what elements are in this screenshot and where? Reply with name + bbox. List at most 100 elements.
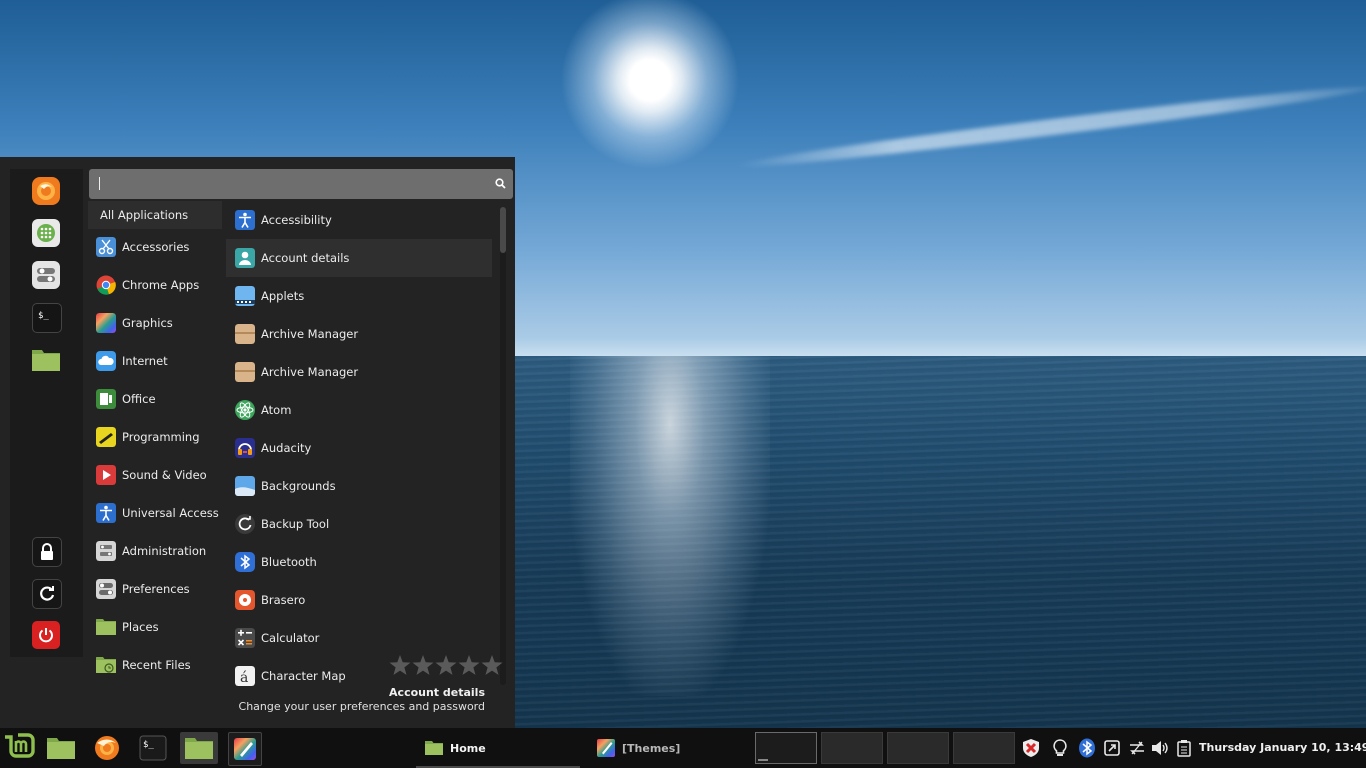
- audacity-icon: [235, 438, 255, 458]
- category-chrome-apps[interactable]: Chrome Apps: [88, 270, 222, 300]
- category-administration[interactable]: Administration: [88, 536, 222, 566]
- logout-icon: [40, 586, 55, 601]
- office-icon: [96, 389, 116, 409]
- workspace-1[interactable]: [755, 732, 817, 764]
- app-item-atom[interactable]: Atom: [226, 391, 492, 429]
- app-item-audacity[interactable]: Audacity: [226, 429, 492, 467]
- folder-icon: [185, 738, 213, 759]
- workspace-3[interactable]: [887, 732, 949, 764]
- rating-star: [458, 655, 480, 675]
- category-accessories[interactable]: Accessories: [88, 232, 222, 262]
- app-label: Bluetooth: [261, 555, 317, 569]
- app-item-backgrounds[interactable]: Backgrounds: [226, 467, 492, 505]
- category-label: Graphics: [122, 316, 173, 330]
- scrollbar-thumb[interactable]: [500, 207, 506, 253]
- redshift-tray[interactable]: [1050, 738, 1070, 758]
- application-list-scrollbar[interactable]: [500, 207, 506, 685]
- terminal-favorite-button[interactable]: $_: [32, 303, 62, 333]
- lock-icon: [41, 543, 53, 560]
- volume-tray[interactable]: [1150, 738, 1170, 758]
- workspace-4[interactable]: [953, 732, 1015, 764]
- category-office[interactable]: Office: [88, 384, 222, 414]
- app-item-brasero[interactable]: Brasero: [226, 581, 492, 619]
- applets-icon: [235, 286, 255, 306]
- category-all-applications[interactable]: All Applications: [88, 201, 222, 229]
- app-item-applets[interactable]: Applets: [226, 277, 492, 315]
- category-label: Recent Files: [122, 658, 191, 672]
- archive-icon: [235, 324, 255, 344]
- firefox-favorite-button[interactable]: [32, 177, 60, 205]
- app-label: Audacity: [261, 441, 312, 455]
- bluetooth-icon: [1079, 738, 1095, 758]
- app-label: Accessibility: [261, 213, 332, 227]
- app-item-calculator[interactable]: Calculator: [226, 619, 492, 657]
- category-preferences[interactable]: Preferences: [88, 574, 222, 604]
- terminal-launcher[interactable]: $_: [137, 732, 169, 764]
- lock-screen-button[interactable]: [32, 537, 62, 567]
- system-settings-favorite-button[interactable]: [32, 261, 60, 289]
- logout-button[interactable]: [32, 579, 62, 609]
- app-item-account-details[interactable]: Account details: [226, 239, 492, 277]
- update-manager-tray[interactable]: [1021, 738, 1041, 758]
- graphics-icon: [96, 313, 116, 333]
- menu-button[interactable]: [2, 731, 36, 765]
- window-title: Home: [450, 741, 486, 755]
- category-label: Universal Access: [122, 506, 219, 520]
- clipboard-icon: [1177, 740, 1191, 757]
- administration-icon: [96, 541, 116, 561]
- category-programming[interactable]: Programming: [88, 422, 222, 452]
- software-manager-icon: [37, 224, 55, 242]
- update-icon: [1104, 740, 1120, 756]
- app-label: Brasero: [261, 593, 306, 607]
- app-item-accessibility[interactable]: Accessibility: [226, 201, 492, 239]
- themes-icon: [597, 739, 615, 757]
- workspace-2[interactable]: [821, 732, 883, 764]
- search-icon[interactable]: [495, 178, 506, 189]
- window-button-themes[interactable]: [Themes]: [588, 728, 748, 768]
- firefox-launcher[interactable]: [91, 732, 123, 764]
- category-label: Internet: [122, 354, 168, 368]
- category-label: Accessories: [122, 240, 190, 254]
- app-item-archive-manager[interactable]: Archive Manager: [226, 315, 492, 353]
- backup-icon: [235, 514, 255, 534]
- files-favorite-button[interactable]: [30, 345, 62, 373]
- brasero-icon: [235, 590, 255, 610]
- files-launcher[interactable]: [180, 732, 218, 764]
- volume-icon: [1152, 741, 1168, 755]
- rating-star: [481, 655, 503, 675]
- bluetooth-tray[interactable]: [1077, 738, 1097, 758]
- clock[interactable]: Thursday January 10, 13:49: [1199, 741, 1366, 754]
- terminal-icon: $_: [38, 311, 49, 321]
- window-button-home[interactable]: Home: [416, 728, 580, 768]
- terminal-icon: $_: [139, 735, 167, 761]
- software-manager-favorite-button[interactable]: [32, 219, 60, 247]
- bottom-panel: $_ Home [Themes] Thursday January 10, 13…: [0, 728, 1366, 768]
- clipboard-tray[interactable]: [1174, 738, 1194, 758]
- category-label: Sound & Video: [122, 468, 207, 482]
- favorites-bar: $_: [10, 169, 83, 657]
- app-item-backup-tool[interactable]: Backup Tool: [226, 505, 492, 543]
- category-universal-access[interactable]: Universal Access: [88, 498, 222, 528]
- app-label: Calculator: [261, 631, 320, 645]
- app-label: Archive Manager: [261, 365, 359, 379]
- search-box[interactable]: [89, 169, 513, 199]
- search-input[interactable]: [97, 174, 491, 196]
- app-item-bluetooth[interactable]: Bluetooth: [226, 543, 492, 581]
- character-map-icon: á: [235, 666, 255, 686]
- show-desktop-launcher[interactable]: [45, 732, 77, 764]
- accessibility-icon: [96, 503, 116, 523]
- svg-text:á: á: [240, 670, 248, 686]
- category-internet[interactable]: Internet: [88, 346, 222, 376]
- category-recent-files[interactable]: Recent Files: [88, 650, 222, 680]
- category-sound-video[interactable]: Sound & Video: [88, 460, 222, 490]
- update-tray[interactable]: [1102, 738, 1122, 758]
- category-places[interactable]: Places: [88, 612, 222, 642]
- app-item-archive-manager[interactable]: Archive Manager: [226, 353, 492, 391]
- svg-text:$_: $_: [38, 311, 49, 321]
- folder-icon: [425, 741, 443, 755]
- themes-launcher[interactable]: [228, 732, 262, 766]
- shutdown-button[interactable]: [32, 621, 60, 649]
- category-graphics[interactable]: Graphics: [88, 308, 222, 338]
- network-tray[interactable]: [1127, 738, 1147, 758]
- category-label: Programming: [122, 430, 200, 444]
